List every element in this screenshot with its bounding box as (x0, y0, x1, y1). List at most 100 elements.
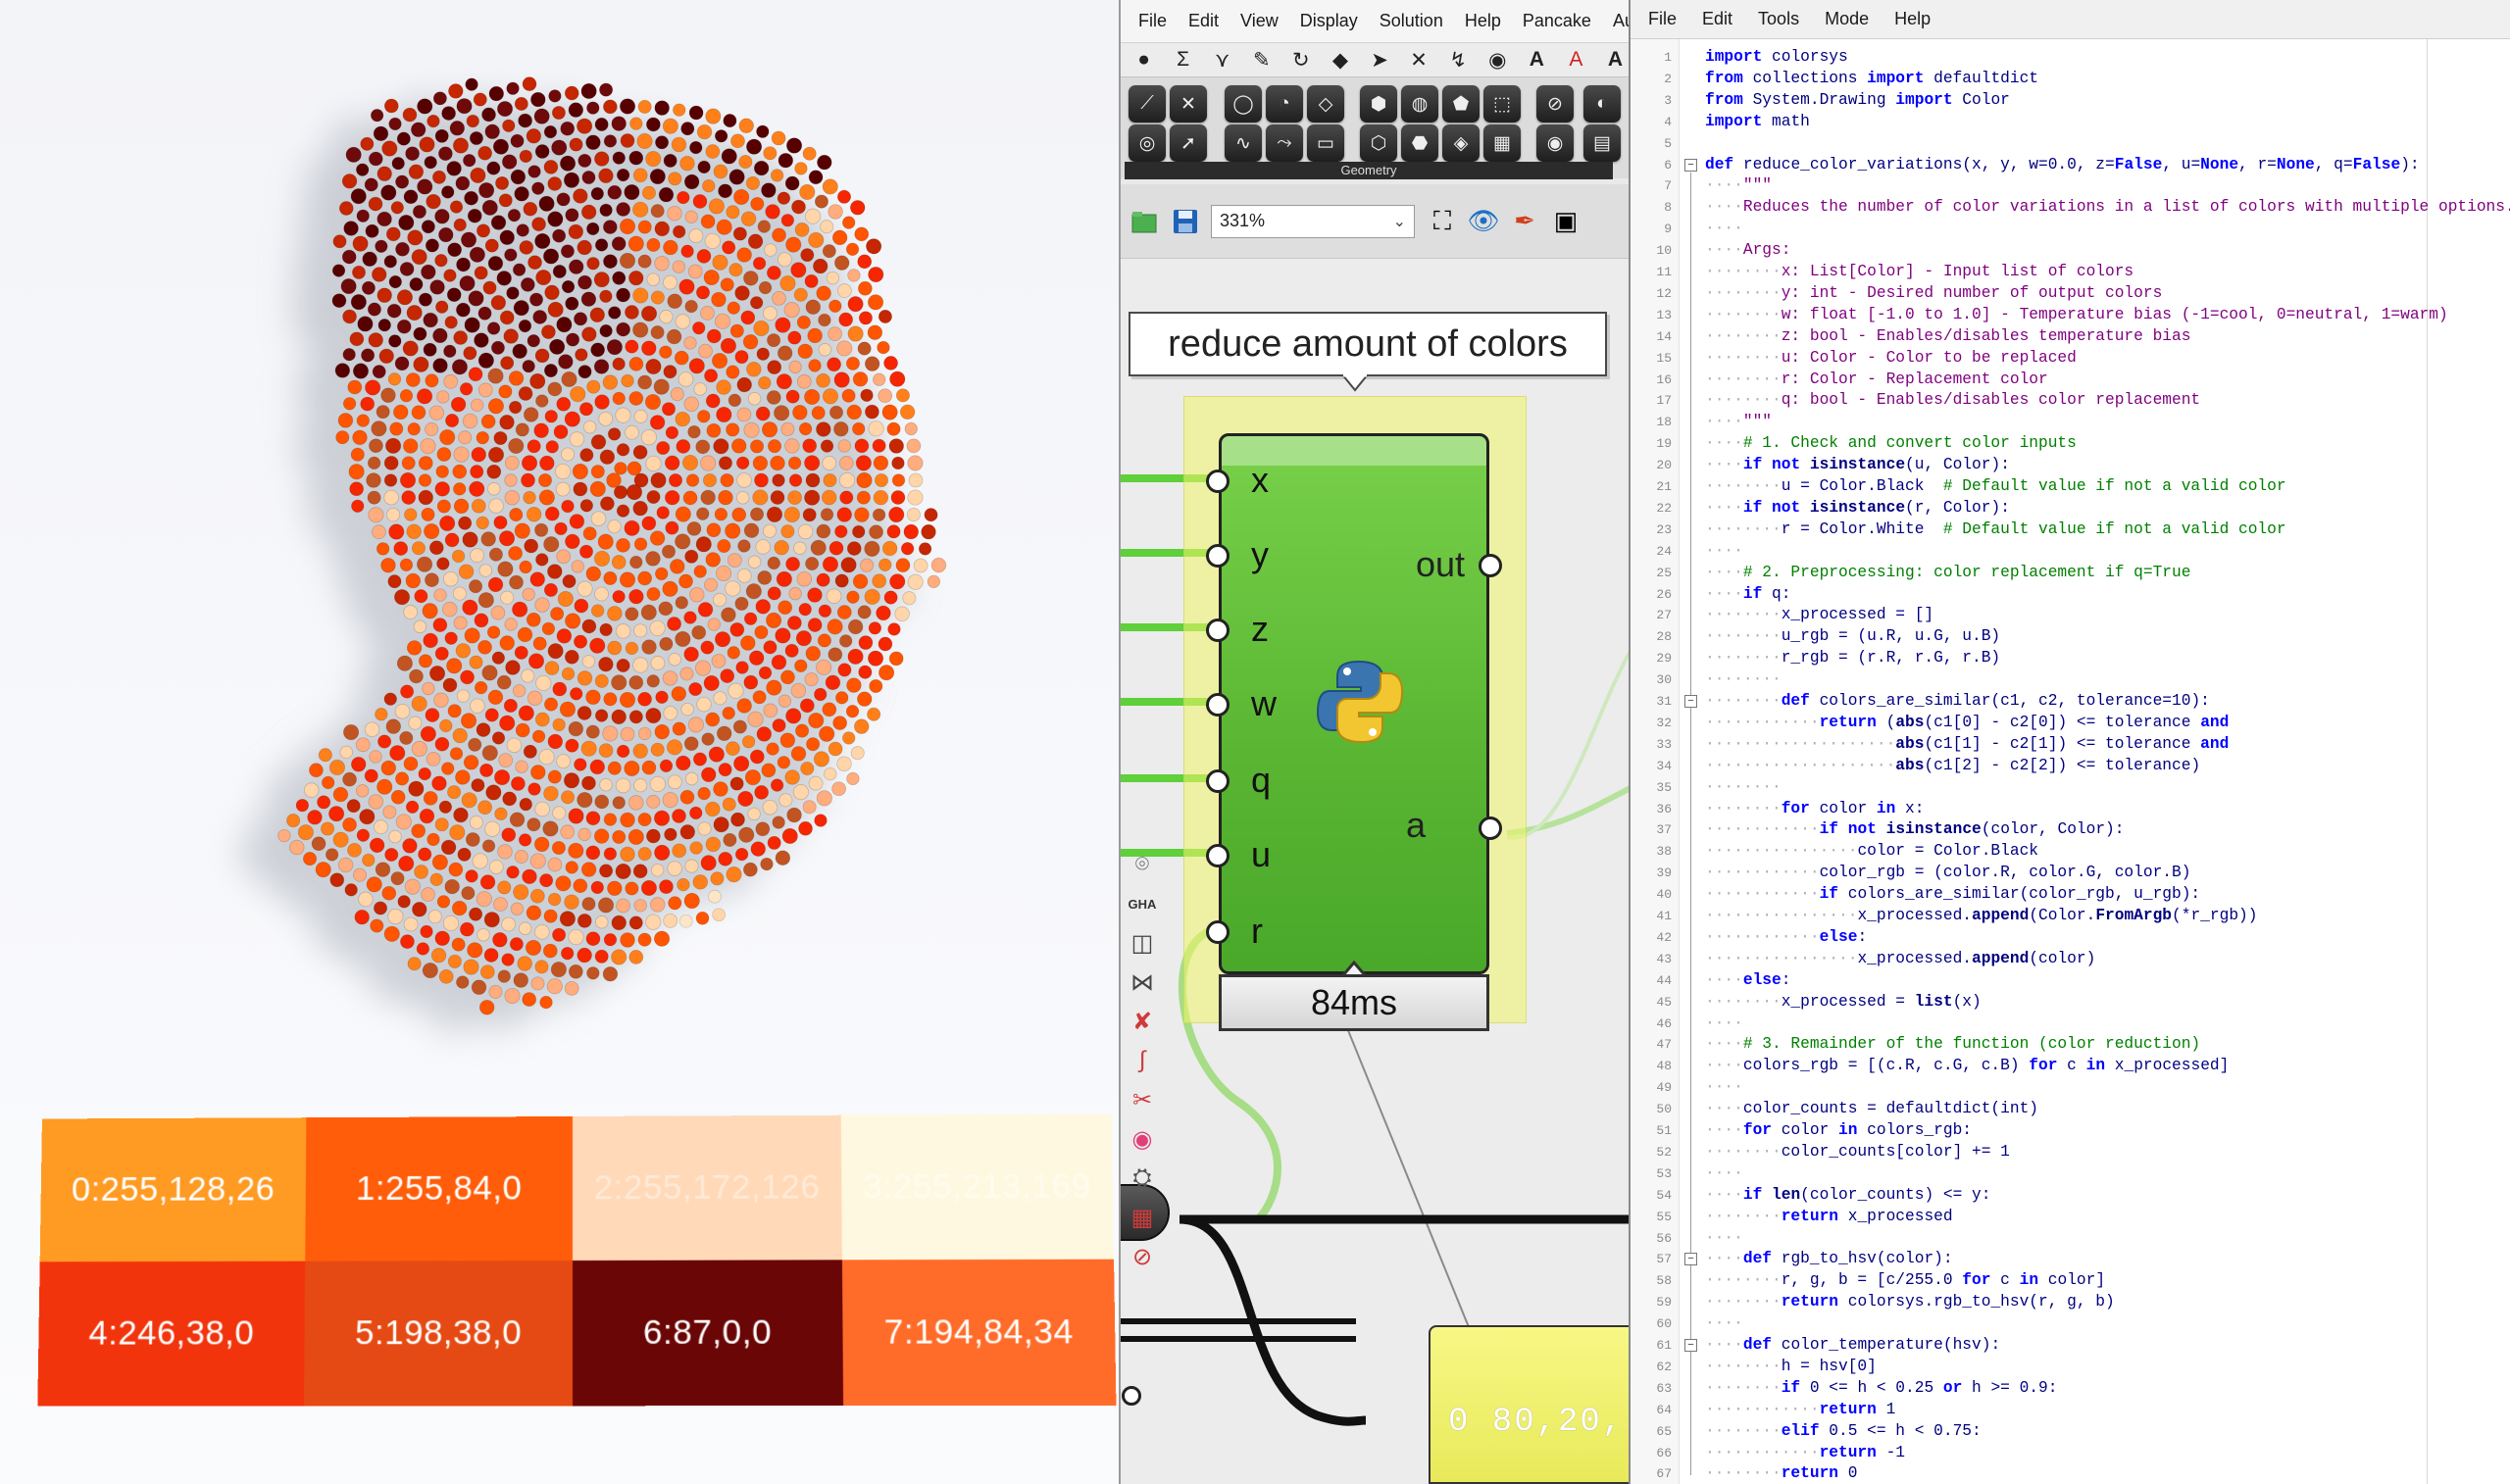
ribbon-offset-icon[interactable]: ◉ (1536, 124, 1574, 162)
input-grip-x[interactable] (1206, 470, 1230, 493)
cluster-icon[interactable]: ⌾ (1125, 847, 1160, 882)
code-line[interactable]: ····# 2. Preprocessing: color replacemen… (1705, 563, 2190, 584)
code-line[interactable]: ············color_rgb = (color.R, color.… (1705, 863, 2190, 884)
code-line[interactable]: ········w: float [-1.0 to 1.0] - Tempera… (1705, 305, 2448, 326)
ribbon-extra1-icon[interactable]: ◐ (1583, 85, 1621, 123)
input-grip-u[interactable] (1206, 844, 1230, 867)
code-line[interactable]: from System.Drawing import Color (1705, 90, 2010, 112)
code-line[interactable]: ····if q: (1705, 584, 1790, 606)
code-line[interactable]: ········q: bool - Enables/disables color… (1705, 390, 2200, 412)
ribbon-loft-icon[interactable]: ⬡ (1360, 124, 1397, 162)
ribbon-interp-icon[interactable]: ⤳ (1266, 124, 1303, 162)
code-line[interactable]: ········elif 0.5 <= h < 0.75: (1705, 1421, 1982, 1443)
ribbon-arc-icon[interactable]: ◔ (1266, 85, 1303, 123)
code-line[interactable]: ········return 0 (1705, 1463, 1857, 1484)
palette-icon[interactable]: ⛭ (1125, 1161, 1160, 1196)
preview-eye-icon[interactable]: 👁 (1468, 206, 1500, 237)
code-line[interactable]: ········color_counts[color] += 1 (1705, 1142, 2010, 1163)
code-line[interactable]: import math (1705, 112, 1810, 133)
save-file-icon[interactable] (1170, 206, 1201, 237)
tab-text-a2-icon[interactable]: A (1602, 46, 1629, 74)
code-line[interactable]: ···· (1705, 1014, 1743, 1035)
fold-toggle-icon[interactable]: − (1684, 1339, 1697, 1352)
output-grip-a[interactable] (1479, 816, 1502, 840)
input-param-y[interactable]: y (1251, 534, 1269, 575)
code-line[interactable]: ········r_rgb = (r.R, r.G, r.B) (1705, 648, 2000, 669)
ribbon-nurbs-icon[interactable]: ∿ (1225, 124, 1262, 162)
code-line[interactable]: ····""" (1705, 175, 1772, 197)
ribbon-line-icon[interactable]: ⟋ (1129, 85, 1166, 123)
code-line[interactable]: ········return colorsys.rgb_to_hsv(r, g,… (1705, 1292, 2115, 1313)
fold-toggle-icon[interactable]: − (1684, 158, 1697, 172)
ribbon-arrow-icon[interactable]: ➚ (1170, 124, 1207, 162)
code-line[interactable]: ············return 1 (1705, 1400, 1895, 1421)
code-line[interactable]: ········u: Color - Color to be replaced (1705, 348, 2077, 370)
calendar-icon[interactable]: ▦ (1125, 1200, 1160, 1235)
code-line[interactable]: ····# 1. Check and convert color inputs (1705, 433, 2077, 455)
tab-transform-icon[interactable]: ↯ (1445, 46, 1472, 74)
code-line[interactable]: ····def color_temperature(hsv): (1705, 1335, 2000, 1357)
ed-menu-edit[interactable]: Edit (1702, 9, 1732, 29)
input-param-w[interactable]: w (1251, 683, 1277, 724)
ribbon-cross-icon[interactable]: ✕ (1170, 85, 1207, 123)
code-line[interactable]: ········z: bool - Enables/disables tempe… (1705, 326, 2190, 348)
code-line[interactable]: ····················abs(c1[2] - c2[2]) <… (1705, 756, 2200, 777)
input-grip-y[interactable] (1206, 544, 1230, 568)
output-grip-out[interactable] (1479, 554, 1502, 577)
code-line[interactable]: ····if len(color_counts) <= y: (1705, 1185, 1990, 1207)
code-line[interactable]: ····Reduces the number of color variatio… (1705, 197, 2510, 219)
code-line[interactable]: ····""" (1705, 412, 1772, 433)
tab-text-red-a-icon[interactable]: A (1563, 46, 1589, 74)
code-line[interactable]: ········r: Color - Replacement color (1705, 370, 2048, 391)
code-line[interactable]: ········ (1705, 669, 1782, 691)
code-line[interactable]: ············if colors_are_similar(color_… (1705, 884, 2200, 906)
input-grip-w[interactable] (1206, 693, 1230, 717)
tab-vector-icon[interactable]: ✎ (1248, 46, 1275, 74)
code-line[interactable]: ········ (1705, 777, 1782, 799)
code-line[interactable]: ············else: (1705, 927, 1867, 949)
zoom-dropdown[interactable]: 331% ⌄ (1211, 204, 1415, 238)
code-line[interactable]: ····def rgb_to_hsv(color): (1705, 1249, 1953, 1270)
tab-maths-icon[interactable]: Σ (1170, 46, 1196, 74)
code-line[interactable]: ····if not isinstance(r, Color): (1705, 498, 2010, 519)
code-line[interactable]: ········h = hsv[0] (1705, 1357, 1877, 1378)
gh-menu-file[interactable]: File (1138, 11, 1167, 31)
ribbon-mesh-icon[interactable]: ▦ (1483, 124, 1521, 162)
panel-input-grip[interactable] (1122, 1386, 1141, 1406)
code-line[interactable]: ········return x_processed (1705, 1207, 1953, 1228)
code-line[interactable]: import colorsys (1705, 47, 1848, 69)
input-param-r[interactable]: r (1251, 911, 1263, 952)
ribbon-rect-icon[interactable]: ▭ (1307, 124, 1344, 162)
ribbon-box-icon[interactable]: ⬢ (1360, 85, 1397, 123)
code-line[interactable]: def reduce_color_variations(x, y, w=0.0,… (1705, 155, 2420, 176)
code-line[interactable]: ················x_processed.append(color… (1705, 949, 2095, 970)
graph-mapper-icon[interactable]: ⋈ (1125, 965, 1160, 1000)
code-line[interactable]: ···· (1705, 1077, 1743, 1099)
code-line[interactable]: ···· (1705, 541, 1743, 563)
gh-menu-edit[interactable]: Edit (1188, 11, 1219, 31)
input-param-x[interactable]: x (1251, 460, 1269, 501)
ribbon-circle-icon[interactable]: ◎ (1129, 124, 1166, 162)
ribbon-pipe-icon[interactable]: ⊘ (1536, 85, 1574, 123)
code-line[interactable]: ············return (abs(c1[0] - c2[0]) <… (1705, 713, 2229, 734)
delete-wire-icon[interactable]: ✘ (1125, 1004, 1160, 1039)
gha-icon[interactable]: GHA (1125, 886, 1160, 921)
code-line[interactable]: ········r, g, b = [c/255.0 for c in colo… (1705, 1270, 2105, 1292)
ribbon-extra2-icon[interactable]: ▤ (1583, 124, 1621, 162)
code-line[interactable]: ····if not isinstance(u, Color): (1705, 455, 2010, 476)
ribbon-cone-icon[interactable]: ⬟ (1442, 85, 1480, 123)
input-grip-q[interactable] (1206, 769, 1230, 793)
code-line[interactable]: ········r = Color.White # Default value … (1705, 519, 2286, 541)
code-line[interactable]: ····Args: (1705, 240, 1790, 262)
code-line[interactable]: ········if 0 <= h < 0.25 or h >= 0.9: (1705, 1378, 2057, 1400)
code-line[interactable]: ········x_processed = [] (1705, 605, 1933, 626)
toggle-icon[interactable]: ◉ (1125, 1121, 1160, 1157)
ribbon-sphere-icon[interactable]: ◍ (1401, 85, 1438, 123)
python-script-component[interactable]: x y z w q u r out a (1206, 433, 1502, 974)
ed-menu-file[interactable]: File (1648, 9, 1677, 29)
code-line[interactable]: ····colors_rgb = [(c.R, c.G, c.B) for c … (1705, 1056, 2229, 1077)
yellow-panel-component[interactable]: 0 80,20, (1429, 1325, 1629, 1484)
ribbon-ellipse-icon[interactable]: ◯ (1225, 85, 1262, 123)
code-line[interactable]: ········def colors_are_similar(c1, c2, t… (1705, 691, 2210, 713)
code-line[interactable]: ····color_counts = defaultdict(int) (1705, 1099, 2038, 1120)
